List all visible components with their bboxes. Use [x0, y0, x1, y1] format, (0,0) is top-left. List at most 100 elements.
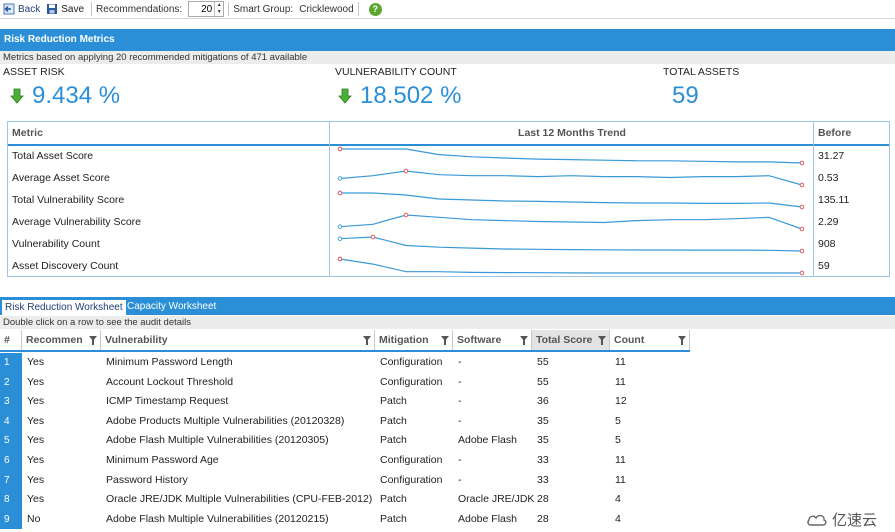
cell-count: 4 — [615, 493, 621, 506]
cell-vulnerability: ICMP Timestamp Request — [106, 395, 229, 408]
metrics-note: Metrics based on applying 20 recommended… — [0, 51, 895, 64]
back-label: Back — [18, 3, 41, 15]
cell-total-score: 28 — [537, 512, 549, 525]
column-header-recommended[interactable]: Recommen — [22, 330, 101, 350]
trend-marker — [337, 176, 343, 181]
table-row[interactable]: 3 Yes ICMP Timestamp Request Patch - 36 12 — [0, 392, 690, 412]
cell-vulnerability: Adobe Products Multiple Vulnerabilities … — [106, 414, 345, 427]
grid-header: # Recommen Vulnerability Mitigation Soft… — [0, 330, 690, 352]
cell-count: 11 — [615, 454, 626, 466]
trend-column-header: Last 12 Months Trend — [518, 127, 626, 139]
column-header-software[interactable]: Software — [453, 330, 532, 350]
column-header-count[interactable]: Count — [610, 330, 690, 350]
worksheet-tabs: Risk Reduction Worksheet Capacity Worksh… — [0, 297, 895, 315]
filter-icon[interactable] — [89, 336, 97, 345]
stepper-up-icon[interactable]: ▲ — [215, 2, 223, 9]
metric-before-value: 135.11 — [818, 194, 850, 206]
trend-line — [339, 236, 803, 252]
column-header-number[interactable]: # — [0, 330, 22, 350]
cell-total-score: 33 — [537, 473, 549, 486]
back-button[interactable]: Back — [0, 0, 43, 19]
save-button[interactable]: Save — [43, 0, 87, 19]
trend-sparklines — [337, 146, 805, 276]
cell-total-score: 36 — [537, 395, 549, 408]
tab-risk-reduction-worksheet[interactable]: Risk Reduction Worksheet — [1, 299, 127, 315]
asset-risk-label: ASSET RISK — [3, 66, 65, 78]
stepper-arrows[interactable]: ▲ ▼ — [214, 2, 223, 16]
cell-total-score: 35 — [537, 434, 549, 447]
column-header-label: Total Score — [536, 334, 593, 346]
table-row[interactable]: 1 Yes Minimum Password Length Configuration… — [0, 353, 690, 373]
filter-icon[interactable] — [520, 336, 528, 345]
save-icon — [47, 4, 58, 14]
help-icon[interactable]: ? — [368, 2, 382, 16]
table-row[interactable]: 7 Yes Password History Configuration - 33 11 — [0, 470, 690, 491]
filter-icon[interactable] — [678, 336, 686, 345]
cell-total-score: 55 — [537, 356, 549, 368]
table-row[interactable]: 2 Yes Account Lockout Threshold Configurati… — [0, 372, 690, 393]
cell-count: 5 — [615, 434, 621, 447]
before-column-header: Before — [818, 127, 852, 139]
down-arrow-icon — [338, 88, 352, 104]
row-number: 2 — [0, 372, 22, 393]
trend-marker — [337, 236, 343, 241]
total-assets-label: TOTAL ASSETS — [663, 66, 740, 78]
metric-row-label: Asset Discovery Count — [12, 260, 119, 272]
trend-marker — [799, 226, 805, 232]
column-header-total-score[interactable]: Total Score — [532, 330, 610, 350]
filter-icon[interactable] — [598, 336, 606, 345]
cell-recommended: Yes — [27, 473, 45, 486]
stepper-down-icon[interactable]: ▼ — [215, 9, 223, 16]
trend-marker — [337, 256, 343, 262]
cell-mitigation: Patch — [380, 395, 407, 408]
table-row[interactable]: 5 Yes Adobe Flash Multiple Vulnerabilities… — [0, 431, 690, 451]
cell-vulnerability: Adobe Flash Multiple Vulnerabilities (20… — [106, 512, 329, 525]
toolbar-divider — [91, 2, 93, 16]
cell-recommended: Yes — [27, 493, 45, 506]
cell-software: - — [458, 473, 462, 486]
trend-marker — [799, 182, 805, 188]
toolbar-divider — [228, 2, 230, 16]
cloud-logo-icon — [807, 514, 827, 526]
filter-icon[interactable] — [441, 336, 449, 345]
trend-marker — [337, 224, 343, 229]
cell-recommended: Yes — [27, 454, 45, 466]
table-row[interactable]: 9 No Adobe Flash Multiple Vulnerabilities … — [0, 509, 690, 530]
trend-line — [339, 170, 803, 186]
table-row[interactable]: 8 Yes Oracle JRE/JDK Multiple Vulnerabilit… — [0, 490, 690, 510]
cell-recommended: Yes — [27, 375, 45, 388]
cell-vulnerability: Password History — [106, 473, 188, 486]
row-number: 1 — [0, 353, 22, 373]
tab-capacity-worksheet[interactable]: Capacity Worksheet — [124, 299, 219, 315]
cell-software: - — [458, 414, 462, 427]
table-row[interactable]: 6 Yes Minimum Password Age Configuration - 33… — [0, 451, 690, 471]
total-assets-value: 59 — [672, 82, 699, 109]
filter-icon[interactable] — [363, 336, 371, 345]
trend-marker — [799, 270, 805, 276]
trend-marker — [370, 234, 376, 240]
save-label: Save — [61, 3, 85, 15]
row-number: 3 — [0, 392, 22, 412]
trend-line — [340, 192, 803, 208]
cell-software: - — [458, 356, 462, 368]
asset-risk-value: 9.434 % — [32, 82, 121, 109]
cell-vulnerability: Account Lockout Threshold — [106, 375, 234, 388]
recommendations-input[interactable] — [189, 2, 215, 16]
row-number: 9 — [0, 509, 22, 530]
column-header-vulnerability[interactable]: Vulnerability — [101, 330, 375, 350]
column-header-mitigation[interactable]: Mitigation — [375, 330, 453, 350]
column-divider — [329, 122, 330, 276]
smart-group-value[interactable]: Cricklewood — [299, 4, 353, 15]
table-row[interactable]: 4 Yes Adobe Products Multiple Vulnerabilit… — [0, 411, 690, 432]
cell-mitigation: Patch — [380, 434, 407, 447]
metric-row-label: Total Asset Score — [12, 150, 94, 162]
back-icon — [3, 3, 15, 15]
metric-row-label: Total Vulnerability Score — [12, 194, 125, 206]
trend-marker — [403, 168, 409, 174]
row-number: 8 — [0, 490, 22, 510]
trend-marker — [799, 204, 805, 210]
recommendations-stepper[interactable]: ▲ ▼ — [188, 1, 225, 17]
metrics-table: Metric Last 12 Months Trend Before Total… — [7, 121, 890, 277]
cell-software: Oracle JRE/JDK — [458, 493, 535, 506]
cell-mitigation: Patch — [380, 414, 407, 427]
